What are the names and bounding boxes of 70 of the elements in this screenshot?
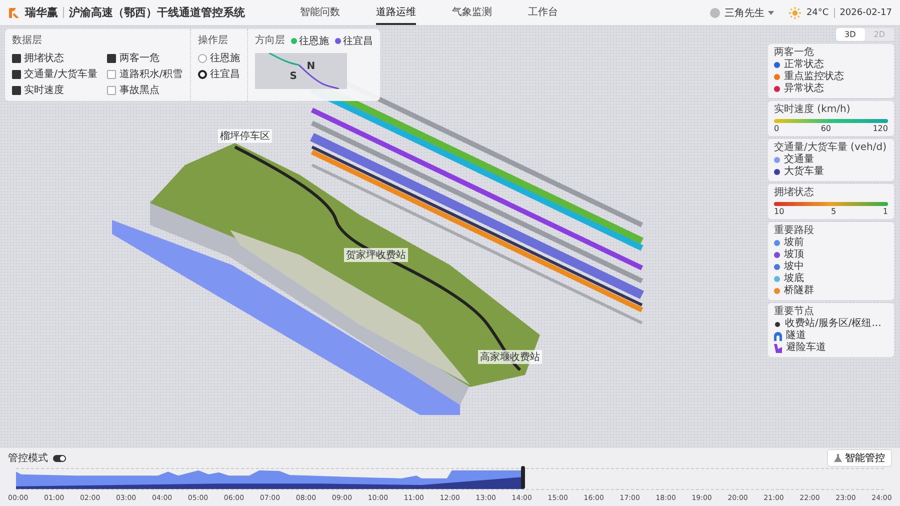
nav-tab[interactable]: 气象监测	[452, 0, 492, 25]
radio-icon[interactable]	[198, 54, 207, 62]
brand-name: 瑞华赢	[25, 5, 58, 20]
checkbox-icon[interactable]	[107, 70, 116, 78]
station-label: 贺家坪收费站	[344, 248, 408, 262]
legend-label: 交通量	[784, 154, 814, 166]
nav-tab[interactable]: 工作台	[528, 0, 558, 25]
legend-title: 重要路段	[774, 225, 815, 236]
layer-checkbox[interactable]: 事故黑点	[107, 83, 183, 97]
date-text: 2026-02-17	[840, 8, 892, 18]
legend-label: 往宜昌	[342, 34, 373, 48]
view-toggle-button[interactable]: 3D	[836, 28, 865, 41]
playhead-handle[interactable]	[520, 466, 525, 489]
system-title: 沪渝高速（鄂西）干线通道管控系统	[69, 5, 245, 20]
radio-icon[interactable]	[198, 70, 207, 78]
flask-icon	[834, 454, 842, 462]
legend-title: 重要节点	[774, 306, 815, 318]
layer-checkbox[interactable]: 实时速度	[12, 83, 98, 97]
scale-tick: 5	[831, 207, 836, 216]
checkbox-icon[interactable]	[12, 86, 21, 94]
legend-label: 往恩施	[298, 34, 329, 48]
scale-tick: 120	[872, 124, 888, 133]
legend-label: 坡底	[784, 273, 804, 284]
legend-label: 坡前	[784, 237, 804, 248]
layer-checkbox[interactable]: 道路积水/积雪	[107, 67, 183, 81]
legend-title: 实时速度 (km/h)	[774, 104, 852, 116]
legend-title: 两客一危	[774, 47, 815, 58]
nav-tab[interactable]: 智能问数	[300, 0, 340, 25]
direction-radio[interactable]: 往宜昌	[198, 67, 240, 81]
legend-label: 坡顶	[784, 249, 804, 260]
scale-tick: 0	[774, 124, 780, 133]
legend-label: 隧道	[786, 330, 806, 342]
checkbox-icon[interactable]	[12, 54, 21, 62]
layer-checkbox[interactable]: 拥堵状态	[12, 51, 98, 65]
legend-title: 交通量/大货车量 (veh/d)	[774, 142, 888, 154]
station-label: 榴坪停车区	[218, 129, 272, 143]
checkbox-icon[interactable]	[12, 70, 21, 78]
legend-label: 大货车量	[784, 166, 824, 178]
user-name[interactable]: 三角先生	[724, 6, 764, 20]
layer-checkbox[interactable]: 两客一危	[107, 51, 183, 65]
layer-checkbox[interactable]: 交通量/大货车量	[12, 67, 98, 81]
panel-title: 方向层	[254, 34, 285, 47]
legend-label: 正常状态	[784, 59, 824, 70]
legend-label: 重点监控状态	[784, 71, 844, 82]
smart-control-button[interactable]: 智能管控	[827, 449, 892, 467]
legend-title: 拥堵状态	[774, 187, 815, 199]
legend-label: 收费站/服务区/枢纽...	[785, 318, 882, 330]
legend-label: 坡中	[784, 261, 804, 272]
station-label: 高家堰收费站	[478, 350, 542, 364]
compass-letter: N	[306, 61, 316, 72]
avatar-icon	[710, 8, 720, 18]
temperature: 24°C	[806, 8, 829, 18]
panel-title: 操作层	[198, 34, 229, 47]
legend-label: 桥隧群	[784, 285, 814, 297]
scale-tick: 1	[882, 207, 888, 216]
checkbox-icon[interactable]	[107, 86, 116, 94]
control-mode-switch[interactable]	[53, 454, 66, 462]
panel-title: 数据层	[12, 34, 43, 47]
sun-icon	[789, 6, 802, 18]
caret-icon[interactable]	[768, 10, 774, 14]
scale-tick: 10	[774, 207, 784, 216]
checkbox-icon[interactable]	[107, 54, 116, 62]
control-mode-label: 管控模式	[8, 452, 48, 465]
scale-tick: 60	[820, 124, 831, 133]
legend-label: 异常状态	[784, 83, 824, 95]
compass-letter: S	[290, 71, 297, 82]
direction-radio[interactable]: 往恩施	[198, 51, 240, 65]
legend-label: 避险车道	[786, 342, 826, 354]
timeline-track[interactable]	[16, 468, 884, 490]
logo-icon	[8, 6, 20, 18]
